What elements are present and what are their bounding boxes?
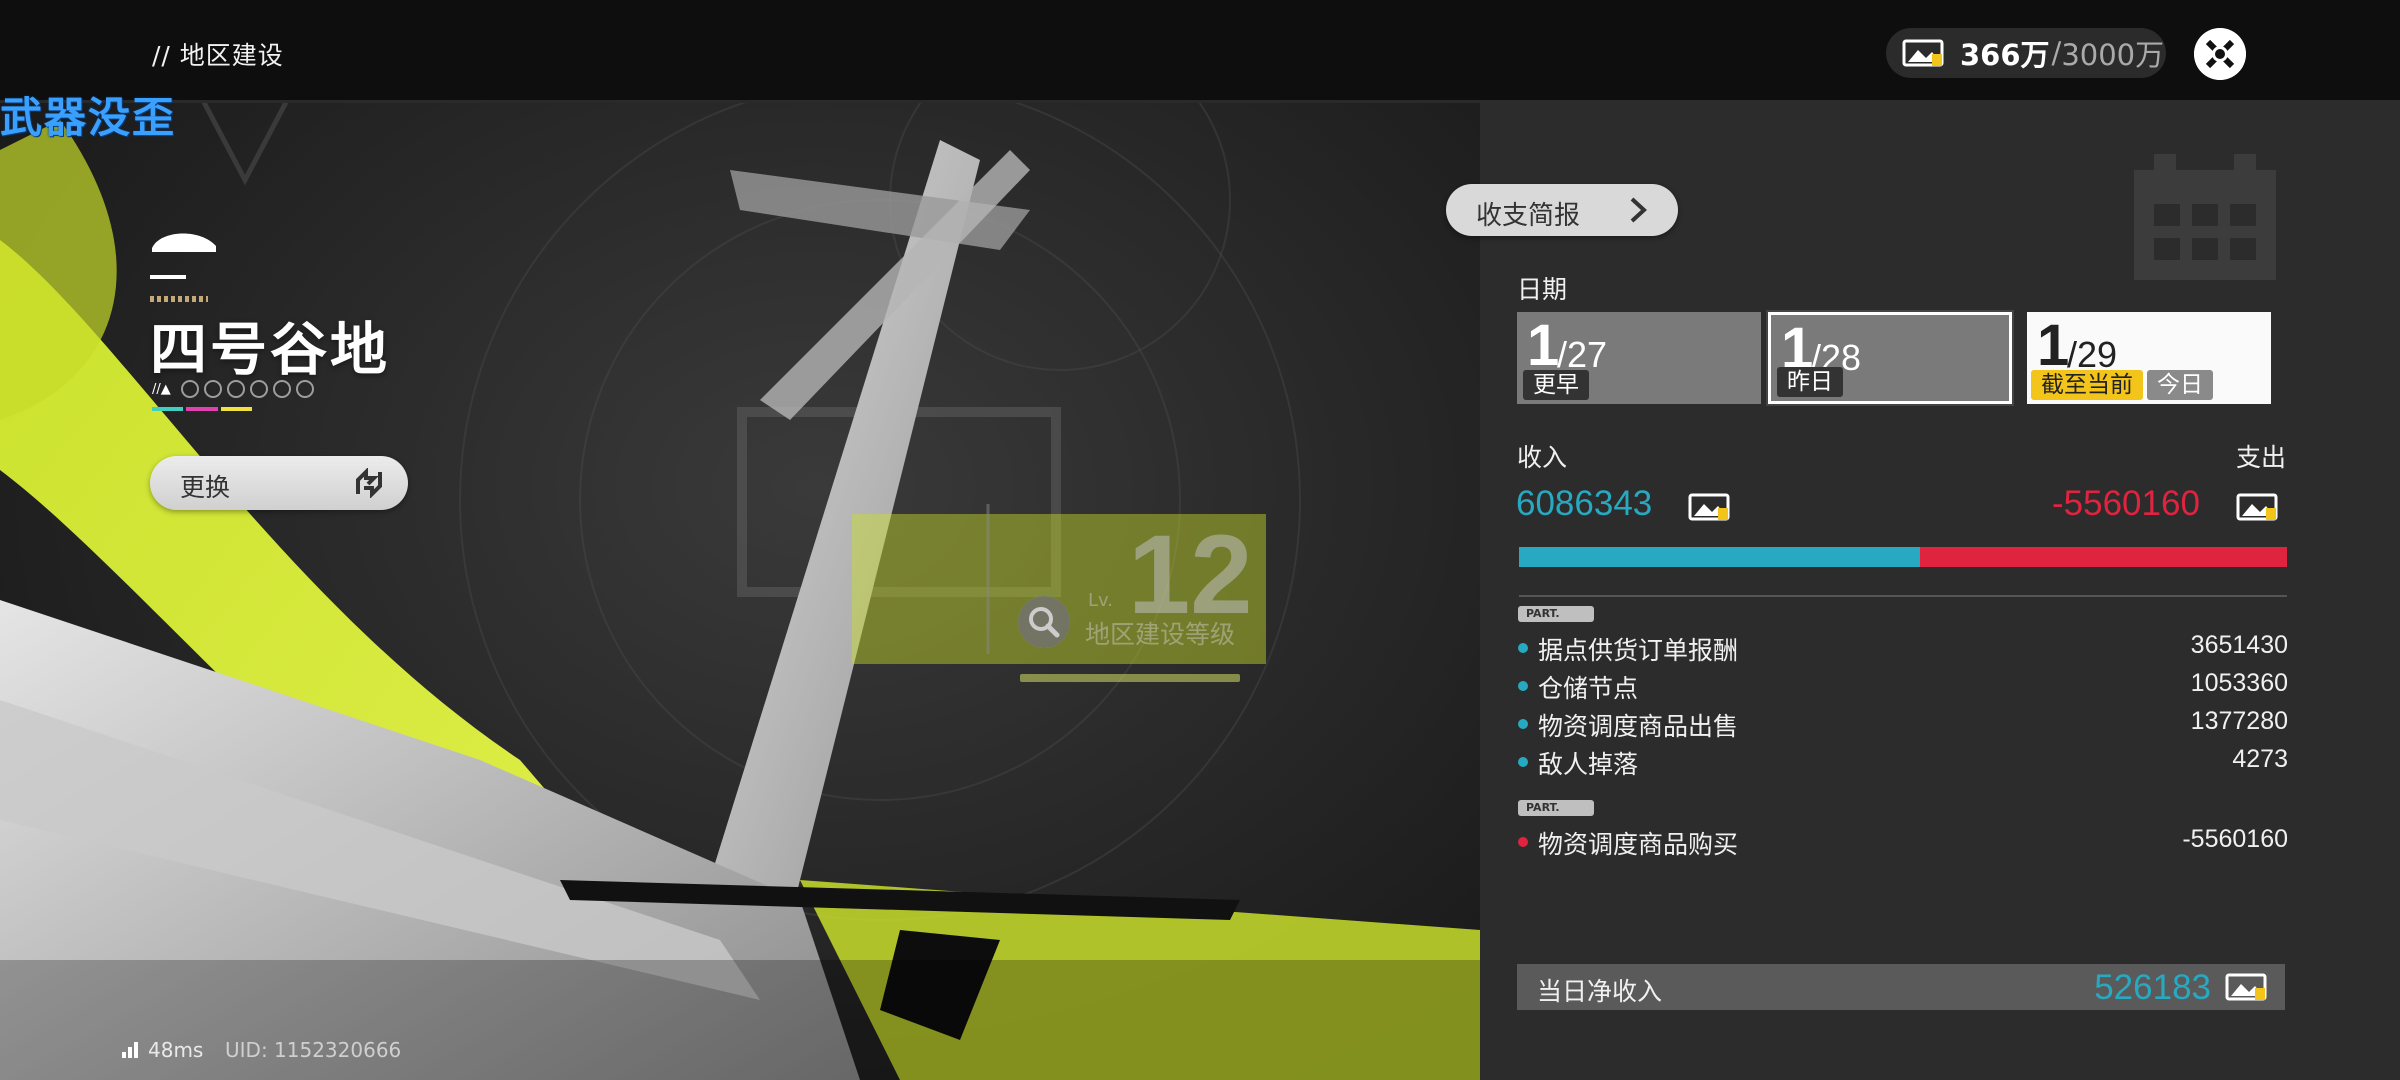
income-entry: 敌人掉落 4273 — [1518, 744, 2288, 779]
date-card-earlier[interactable]: 1 /27 更早 — [1517, 312, 1761, 404]
expense-total: -5560160 — [2052, 484, 2200, 523]
date-day: 1 — [1527, 313, 1560, 378]
income-heading: 收入 — [1517, 443, 1568, 472]
balance-bar — [1519, 547, 2287, 567]
entry-value: 3651430 — [2190, 631, 2288, 659]
level-lv-label: Lv. — [1088, 590, 1114, 611]
income-entry: 物资调度商品出售 1377280 — [1518, 706, 2288, 741]
balance-expense-segment — [1920, 547, 2287, 567]
region-dash — [150, 275, 186, 279]
rank-dot — [204, 380, 222, 398]
entry-name: 敌人掉落 — [1538, 750, 1639, 779]
rank-dot — [227, 380, 245, 398]
calendar-icon — [2134, 154, 2276, 280]
currency-display[interactable]: 366万 / 3000万 — [1886, 28, 2166, 78]
currency-icon — [1902, 39, 1944, 67]
entry-value: -5560160 — [2182, 825, 2288, 853]
rank-dot — [273, 380, 291, 398]
part-badge-income: PART. — [1518, 606, 1594, 622]
uid-label: UID: 1152320666 — [225, 1038, 402, 1062]
income-entry: 据点供货订单报酬 3651430 — [1518, 630, 2288, 665]
expense-heading: 支出 — [2236, 443, 2287, 472]
region-color-bar — [152, 407, 252, 411]
rank-dot — [250, 380, 268, 398]
net-income-label: 当日净收入 — [1537, 977, 1663, 1006]
region-name: 四号谷地 — [150, 317, 390, 383]
date-heading: 日期 — [1517, 275, 1568, 304]
rank-mark: //▲ — [152, 381, 171, 397]
date-tag: 昨日 — [1777, 367, 1843, 397]
entry-name: 仓储节点 — [1538, 674, 1639, 703]
currency-icon — [1688, 493, 1730, 521]
switch-region-label: 更换 — [180, 473, 231, 502]
report-tab-label: 收支简报 — [1476, 201, 1581, 231]
signal-icon — [122, 1042, 140, 1058]
date-tag-today: 今日 — [2147, 370, 2213, 400]
part-badge-expense: PART. — [1518, 800, 1594, 816]
expense-dot — [1518, 837, 1528, 847]
breadcrumb: // 地区建设 — [152, 41, 284, 70]
top-bar-divider — [0, 100, 1480, 103]
level-label: 地区建设等级 — [1085, 620, 1236, 649]
date-tag-current: 截至当前 — [2031, 370, 2143, 400]
date-card-yesterday[interactable]: 1 /28 昨日 — [1766, 310, 2014, 406]
region-tag — [150, 296, 208, 302]
rank-dot — [296, 380, 314, 398]
switch-region-button[interactable]: 更换 — [150, 456, 408, 510]
balance-income-segment — [1519, 547, 1920, 567]
currency-icon — [2236, 493, 2278, 521]
net-income-row: 当日净收入 526183 — [1517, 964, 2285, 1010]
income-dot — [1518, 757, 1528, 767]
income-total: 6086343 — [1516, 484, 1653, 523]
region-emblem-icon — [152, 233, 216, 252]
report-tab[interactable]: 收支简报 — [1446, 184, 1678, 236]
entry-value: 4273 — [2232, 745, 2288, 773]
entry-value: 1053360 — [2190, 669, 2288, 697]
currency-icon — [2225, 973, 2267, 1001]
region-rank: //▲ — [152, 378, 314, 400]
income-dot — [1518, 643, 1528, 653]
net-income-value: 526183 — [2094, 968, 2211, 1007]
currency-current: 366万 — [1960, 38, 2050, 72]
entry-name: 物资调度商品出售 — [1538, 712, 1739, 741]
rank-dot — [181, 380, 199, 398]
expense-entry: 物资调度商品购买 -5560160 — [1518, 824, 2288, 859]
level-progress-bar — [1020, 674, 1240, 682]
watermark-text: 武器没歪 — [0, 93, 177, 142]
income-dot — [1518, 719, 1528, 729]
income-dot — [1518, 681, 1528, 691]
close-icon[interactable] — [2194, 28, 2246, 80]
date-tag: 更早 — [1523, 370, 1589, 400]
date-day: 1 — [2037, 313, 2070, 378]
search-icon[interactable] — [1018, 596, 1070, 648]
entry-name: 物资调度商品购买 — [1538, 830, 1739, 859]
divider — [1519, 595, 2287, 597]
ping-value: 48ms — [148, 1038, 204, 1062]
ping-indicator: 48ms — [122, 1038, 203, 1062]
currency-separator: / — [2051, 36, 2062, 70]
entry-name: 据点供货订单报酬 — [1538, 636, 1739, 665]
income-entry: 仓储节点 1053360 — [1518, 668, 2288, 703]
chevron-right-icon — [1630, 197, 1647, 223]
date-card-today[interactable]: 1 /29 截至当前 今日 — [2027, 312, 2271, 404]
swap-icon — [356, 468, 382, 498]
entry-value: 1377280 — [2190, 707, 2288, 735]
currency-max: 3000万 — [2061, 38, 2165, 72]
